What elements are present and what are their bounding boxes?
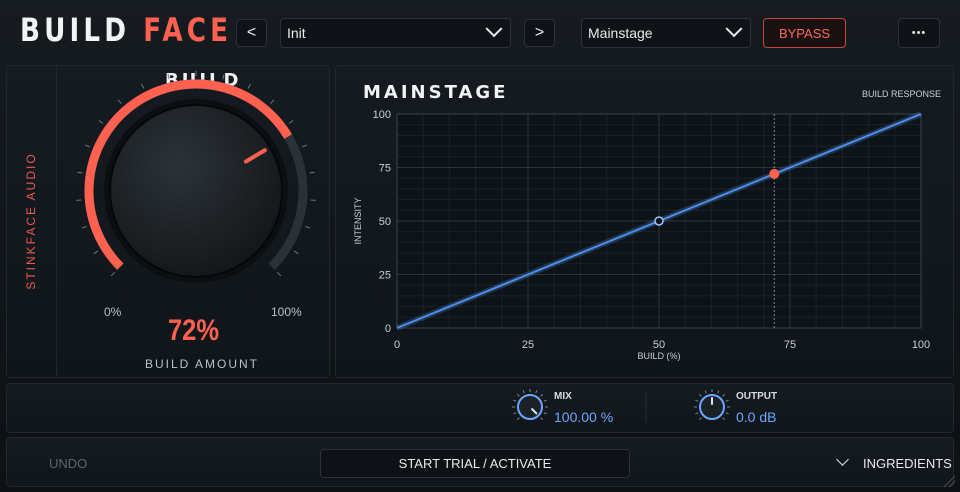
y-tick-label: 25 bbox=[379, 270, 391, 282]
output-knob[interactable] bbox=[699, 394, 725, 420]
y-tick-label: 100 bbox=[373, 109, 391, 121]
y-tick-label: 75 bbox=[379, 163, 391, 175]
x-axis-label: BUILD (%) bbox=[637, 351, 680, 361]
x-tick-label: 25 bbox=[522, 339, 534, 351]
output-label: OUTPUT bbox=[736, 391, 778, 402]
control-strip bbox=[6, 383, 954, 433]
resize-handle-icon[interactable] bbox=[942, 474, 956, 488]
undo-button[interactable]: UNDO bbox=[49, 456, 87, 471]
midpoint-marker bbox=[654, 216, 664, 226]
x-tick-label: 50 bbox=[653, 339, 665, 351]
mix-knob[interactable] bbox=[517, 394, 543, 420]
y-tick-label: 50 bbox=[379, 216, 391, 228]
plugin-window: BUILD FACE < Init > Mainstage BYPASS •••… bbox=[0, 0, 960, 492]
x-tick-label: 100 bbox=[912, 339, 930, 351]
x-tick-label: 75 bbox=[784, 339, 796, 351]
mix-value[interactable]: 100.00 % bbox=[554, 409, 613, 425]
activate-button[interactable]: START TRIAL / ACTIVATE bbox=[320, 449, 630, 478]
output-value[interactable]: 0.0 dB bbox=[736, 409, 776, 425]
y-tick-label: 0 bbox=[385, 323, 391, 335]
activate-label: START TRIAL / ACTIVATE bbox=[398, 456, 552, 471]
y-axis-label: INTENSITY bbox=[353, 197, 363, 244]
x-tick-label: 0 bbox=[394, 339, 400, 351]
current-build-marker[interactable] bbox=[769, 168, 780, 179]
mix-label: MIX bbox=[554, 391, 572, 402]
ingredients-button[interactable]: INGREDIENTS bbox=[863, 456, 952, 471]
